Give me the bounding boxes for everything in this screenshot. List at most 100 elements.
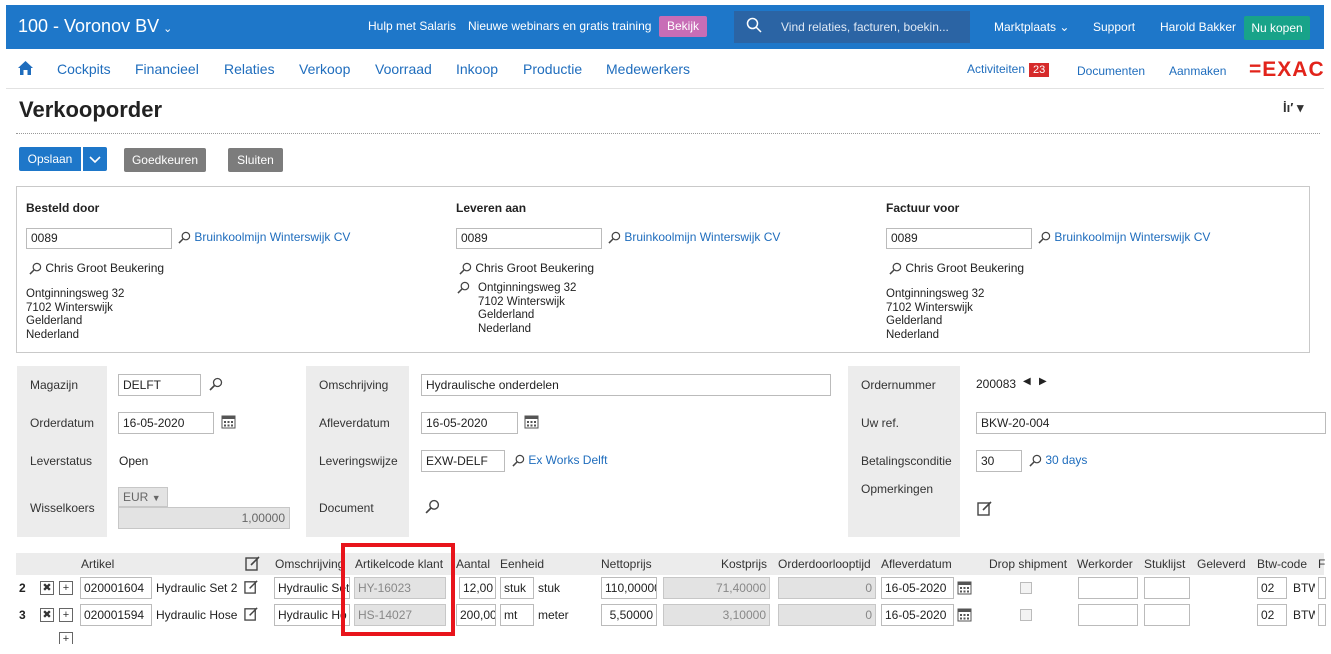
omschrijving-input[interactable]: Hydraulic Set: [274, 577, 350, 599]
search-icon[interactable]: [29, 262, 42, 275]
prev-order-icon[interactable]: ◀: [1023, 376, 1031, 387]
calendar-icon[interactable]: [221, 414, 236, 429]
aantal-input[interactable]: 12,00: [459, 577, 496, 599]
user-menu[interactable]: Harold Bakker: [1160, 20, 1236, 34]
col-nettoprijs[interactable]: Nettoprijs: [601, 557, 652, 571]
page-tools-menu[interactable]: İı′ ▾: [1283, 100, 1303, 116]
uwref-input[interactable]: BKW-20-004: [976, 412, 1326, 434]
activiteiten-link[interactable]: Activiteiten 23: [967, 62, 1050, 77]
drop-shipment-checkbox[interactable]: [1020, 609, 1032, 621]
edit-icon[interactable]: [244, 606, 259, 621]
col-extra[interactable]: F: [1318, 557, 1325, 571]
afleverdatum-input[interactable]: 16-05-2020: [421, 412, 518, 434]
nettoprijs-input[interactable]: 5,50000: [601, 604, 657, 626]
extra-input[interactable]: [1318, 577, 1326, 599]
calendar-icon[interactable]: [524, 414, 539, 429]
save-button[interactable]: Opslaan: [19, 147, 81, 171]
nav-voorraad[interactable]: Voorraad: [375, 61, 432, 77]
extra-input[interactable]: [1318, 604, 1326, 626]
nav-financieel[interactable]: Financieel: [135, 61, 199, 77]
omschrijving-input[interactable]: Hydraulic Ho: [274, 604, 350, 626]
calendar-icon[interactable]: [957, 607, 972, 622]
delete-row-icon[interactable]: ✖: [40, 608, 54, 622]
omschrijving-input[interactable]: Hydraulische onderdelen: [421, 374, 831, 396]
besteld-door-contact[interactable]: Chris Groot Beukering: [29, 261, 164, 275]
stuklijst-input[interactable]: [1144, 604, 1190, 626]
add-row-icon[interactable]: +: [59, 581, 73, 595]
col-geleverd[interactable]: Geleverd: [1197, 557, 1246, 571]
col-orderdoorlooptijd[interactable]: Orderdoorlooptijd: [778, 557, 871, 571]
btw-code-input[interactable]: 02: [1257, 604, 1287, 626]
col-btw-code[interactable]: Btw-code: [1257, 557, 1307, 571]
global-search[interactable]: Vind relaties, facturen, boekin...: [734, 11, 970, 43]
edit-icon[interactable]: [977, 500, 993, 516]
nu-kopen-button[interactable]: Nu kopen: [1244, 16, 1310, 40]
col-afleverdatum[interactable]: Afleverdatum: [881, 557, 952, 571]
besteld-door-company-link[interactable]: Bruinkoolmijn Winterswijk CV: [178, 230, 350, 244]
leveringswijze-link[interactable]: Ex Works Delft: [512, 453, 607, 467]
orderdatum-input[interactable]: 16-05-2020: [118, 412, 214, 434]
next-order-icon[interactable]: ▶: [1039, 376, 1047, 387]
edit-icon[interactable]: [244, 579, 259, 594]
search-icon[interactable]: [178, 231, 191, 244]
nav-verkoop[interactable]: Verkoop: [299, 61, 350, 77]
afleverdatum-input[interactable]: 16-05-2020: [881, 577, 954, 599]
bekijk-button[interactable]: Bekijk: [659, 16, 707, 37]
nav-productie[interactable]: Productie: [523, 61, 582, 77]
nav-cockpits[interactable]: Cockpits: [57, 61, 111, 77]
aantal-input[interactable]: 200,00: [456, 604, 496, 626]
company-switcher[interactable]: 100 - Voronov BV ⌄: [18, 16, 172, 37]
nav-inkoop[interactable]: Inkoop: [456, 61, 498, 77]
nettoprijs-input[interactable]: 110,00000: [601, 577, 657, 599]
home-icon[interactable]: [17, 60, 34, 76]
col-omschrijving[interactable]: Omschrijving: [275, 557, 344, 571]
betalingsconditie-input[interactable]: 30: [976, 450, 1022, 472]
leveren-aan-contact[interactable]: Chris Groot Beukering: [459, 261, 594, 275]
drop-shipment-checkbox[interactable]: [1020, 582, 1032, 594]
edit-icon[interactable]: [245, 555, 261, 571]
leveren-aan-company-link[interactable]: Bruinkoolmijn Winterswijk CV: [608, 230, 780, 244]
artikel-input[interactable]: 020001594: [80, 604, 152, 626]
close-button[interactable]: Sluiten: [228, 148, 283, 172]
save-dropdown-button[interactable]: [83, 147, 107, 171]
nav-relaties[interactable]: Relaties: [224, 61, 275, 77]
search-icon[interactable]: [209, 377, 223, 391]
support-link[interactable]: Support: [1093, 20, 1135, 34]
factuur-voor-code-input[interactable]: 0089: [886, 228, 1032, 249]
approve-button[interactable]: Goedkeuren: [124, 148, 206, 172]
search-icon[interactable]: [459, 262, 472, 275]
col-kostprijs[interactable]: Kostprijs: [721, 557, 767, 571]
delete-row-icon[interactable]: ✖: [40, 581, 54, 595]
add-row-icon[interactable]: +: [59, 608, 73, 622]
search-icon[interactable]: [457, 281, 470, 294]
col-artikel[interactable]: Artikel: [81, 557, 114, 571]
search-icon[interactable]: [1038, 231, 1051, 244]
col-eenheid[interactable]: Eenheid: [500, 557, 544, 571]
artikel-input[interactable]: 020001604: [80, 577, 152, 599]
col-aantal[interactable]: Aantal: [456, 557, 490, 571]
factuur-voor-contact[interactable]: Chris Groot Beukering: [889, 261, 1024, 275]
hulp-salaris-link[interactable]: Hulp met Salaris: [368, 19, 456, 33]
col-drop-shipment[interactable]: Drop shipment: [989, 557, 1067, 571]
search-icon[interactable]: [425, 499, 440, 514]
documenten-link[interactable]: Documenten: [1077, 64, 1145, 78]
col-werkorder[interactable]: Werkorder: [1077, 557, 1133, 571]
search-icon[interactable]: [1029, 454, 1042, 467]
stuklijst-input[interactable]: [1144, 577, 1190, 599]
search-icon[interactable]: [608, 231, 621, 244]
afleverdatum-input[interactable]: 16-05-2020: [881, 604, 954, 626]
magazijn-input[interactable]: DELFT: [118, 374, 201, 396]
marktplaats-menu[interactable]: Marktplaats ⌄: [994, 20, 1069, 34]
btw-code-input[interactable]: 02: [1257, 577, 1287, 599]
search-icon[interactable]: [512, 454, 525, 467]
betalingsconditie-link[interactable]: 30 days: [1029, 453, 1087, 467]
eenheid-input[interactable]: mt: [500, 604, 534, 626]
werkorder-input[interactable]: [1078, 577, 1138, 599]
calendar-icon[interactable]: [957, 580, 972, 595]
werkorder-input[interactable]: [1078, 604, 1138, 626]
eenheid-input[interactable]: stuk: [500, 577, 534, 599]
aanmaken-link[interactable]: Aanmaken: [1169, 64, 1226, 78]
leveringswijze-input[interactable]: EXW-DELF: [421, 450, 505, 472]
besteld-door-code-input[interactable]: 0089: [26, 228, 172, 249]
leveren-aan-code-input[interactable]: 0089: [456, 228, 602, 249]
